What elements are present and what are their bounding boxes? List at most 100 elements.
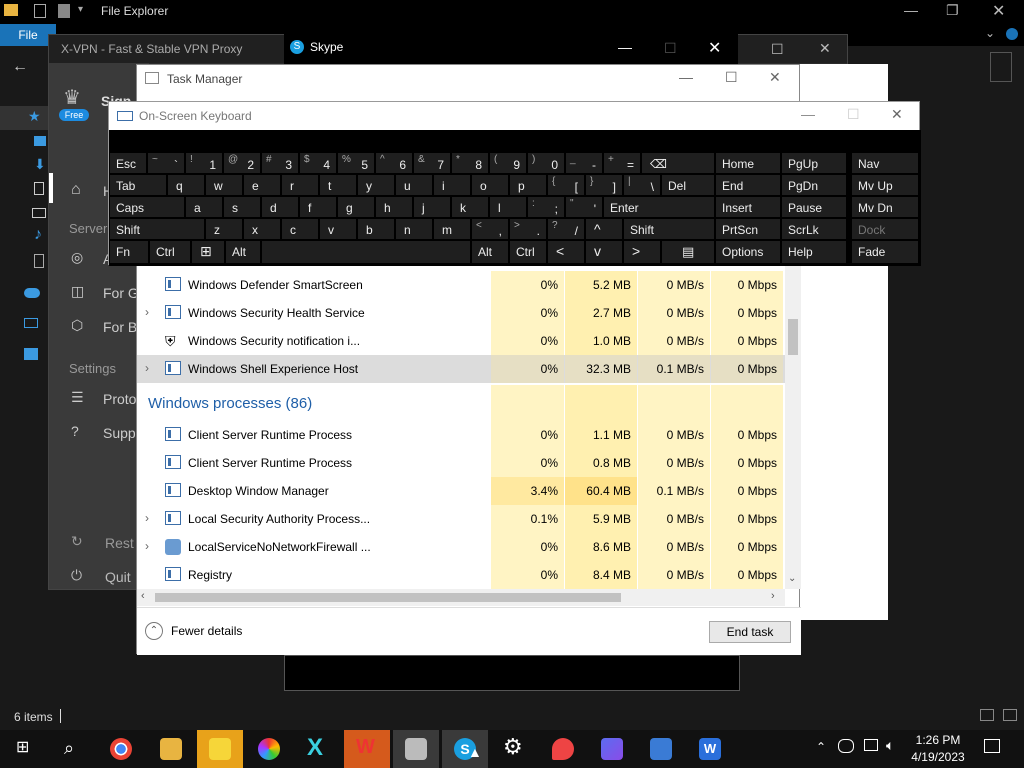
key-fn[interactable]: Fn bbox=[109, 240, 149, 264]
key-3[interactable]: #3 bbox=[261, 152, 299, 174]
key-move-down[interactable]: Mv Dn bbox=[851, 196, 919, 218]
key-y[interactable]: y bbox=[357, 174, 395, 196]
key-e[interactable]: e bbox=[243, 174, 281, 196]
chevron-up-icon[interactable]: ⌃ bbox=[816, 740, 826, 754]
taskbar-task-manager[interactable] bbox=[393, 730, 439, 768]
scroll-thumb[interactable] bbox=[788, 319, 798, 355]
key-fade[interactable]: Fade bbox=[851, 240, 919, 264]
close-icon[interactable]: ✕ bbox=[769, 69, 781, 86]
chevron-right-icon[interactable]: › bbox=[145, 539, 149, 553]
scroll-thumb[interactable] bbox=[155, 593, 621, 602]
key-7[interactable]: & 7 bbox=[413, 152, 451, 174]
table-row[interactable]: Windows Defender SmartScreen 0% 5.2 MB 0… bbox=[137, 271, 787, 299]
pictures-icon[interactable] bbox=[32, 208, 46, 218]
chevron-right-icon[interactable]: › bbox=[145, 361, 149, 375]
key-dock[interactable]: Dock bbox=[851, 218, 919, 240]
taskbar-file-explorer[interactable] bbox=[148, 730, 194, 768]
minimize-icon[interactable]: — bbox=[801, 106, 815, 122]
key-left-bracket[interactable]: {[ bbox=[547, 174, 585, 196]
skype-message-box[interactable] bbox=[284, 655, 740, 691]
properties-icon[interactable] bbox=[34, 4, 46, 18]
key-b[interactable]: b bbox=[357, 218, 395, 240]
taskbar-wps-writer[interactable]: W bbox=[687, 730, 733, 768]
taskbar-skype[interactable]: S ▲ bbox=[442, 730, 488, 768]
key-pgdn[interactable]: PgDn bbox=[781, 174, 847, 196]
volume-icon[interactable]: 🔈︎ bbox=[886, 737, 894, 754]
key-end[interactable]: End bbox=[715, 174, 781, 196]
taskbar-settings[interactable]: ⚙ bbox=[491, 730, 537, 768]
key-5[interactable]: % 5 bbox=[337, 152, 375, 174]
table-row[interactable]: Registry 0% 8.4 MB 0 MB/s 0 Mbps bbox=[137, 561, 787, 589]
key-alt-right[interactable]: Alt bbox=[471, 240, 509, 264]
chevron-right-icon[interactable]: › bbox=[145, 305, 149, 319]
downloads-icon[interactable]: ⬇ bbox=[34, 156, 46, 173]
key-x[interactable]: x bbox=[243, 218, 281, 240]
chevron-down-icon[interactable]: ⌄ bbox=[985, 26, 995, 40]
help-icon[interactable] bbox=[1006, 28, 1018, 40]
key-1[interactable]: ! 1 bbox=[185, 152, 223, 174]
key-t[interactable]: t bbox=[319, 174, 357, 196]
close-icon[interactable]: ✕ bbox=[992, 1, 1005, 21]
network-icon[interactable] bbox=[864, 739, 878, 751]
music-icon[interactable]: ♪ bbox=[34, 226, 42, 244]
key-q[interactable]: q bbox=[167, 174, 205, 196]
key-esc[interactable]: Esc bbox=[109, 152, 147, 174]
key-n[interactable]: n bbox=[395, 218, 433, 240]
process-group-header[interactable]: Windows processes (86) bbox=[137, 385, 787, 421]
taskbar-sticky-notes[interactable] bbox=[197, 730, 243, 768]
chevron-right-icon[interactable]: › bbox=[145, 511, 149, 525]
key-m[interactable]: m bbox=[433, 218, 471, 240]
key-menu[interactable]: ▤ bbox=[661, 240, 715, 264]
start-button[interactable]: ⊞ bbox=[0, 730, 46, 768]
minimize-icon[interactable]: — bbox=[618, 39, 632, 55]
key-right-arrow[interactable]: > bbox=[623, 240, 661, 264]
close-icon[interactable]: ✕ bbox=[891, 106, 903, 123]
key-del[interactable]: Del bbox=[661, 174, 715, 196]
onedrive-icon[interactable] bbox=[24, 288, 40, 298]
key-j[interactable]: j bbox=[413, 196, 451, 218]
key-6[interactable]: ^ 6 bbox=[375, 152, 413, 174]
end-task-button[interactable]: End task bbox=[709, 621, 791, 643]
home-icon[interactable]: ⌂ bbox=[71, 181, 81, 199]
new-folder-icon[interactable] bbox=[58, 4, 70, 18]
key-down-arrow[interactable]: v bbox=[585, 240, 623, 264]
chevron-down-icon[interactable]: ▾ bbox=[78, 4, 83, 15]
restore-icon[interactable]: ❐ bbox=[946, 2, 959, 19]
table-row[interactable]: Client Server Runtime Process 0% 1.1 MB … bbox=[137, 421, 787, 449]
key-s[interactable]: s bbox=[223, 196, 261, 218]
search-button[interactable]: ⌕ bbox=[48, 730, 94, 768]
key-r[interactable]: r bbox=[281, 174, 319, 196]
quit-item[interactable]: Quit bbox=[105, 569, 131, 585]
key-left-arrow[interactable]: < bbox=[547, 240, 585, 264]
key-p[interactable]: p bbox=[509, 174, 547, 196]
notification-icon[interactable] bbox=[984, 739, 1000, 753]
key-comma[interactable]: <, bbox=[471, 218, 509, 240]
key-insert[interactable]: Insert bbox=[715, 196, 781, 218]
sidebar-item-quick-access[interactable]: ★ bbox=[0, 106, 50, 130]
key-tab[interactable]: Tab bbox=[109, 174, 167, 196]
maximize-icon[interactable]: ☐ bbox=[771, 41, 784, 58]
table-row[interactable]: › Local Security Authority Process... 0.… bbox=[137, 505, 787, 533]
table-row[interactable]: Client Server Runtime Process 0% 0.8 MB … bbox=[137, 449, 787, 477]
maximize-icon[interactable]: ☐ bbox=[725, 69, 738, 86]
key-backtick[interactable]: ~ ` bbox=[147, 152, 185, 174]
key-shift-right[interactable]: Shift bbox=[623, 218, 715, 240]
taskbar-chrome[interactable] bbox=[98, 730, 144, 768]
key-h[interactable]: h bbox=[375, 196, 413, 218]
key-help[interactable]: Help bbox=[781, 240, 847, 264]
key-ctrl-right[interactable]: Ctrl bbox=[509, 240, 547, 264]
large-icons-view-icon[interactable] bbox=[1003, 709, 1017, 721]
key-u[interactable]: u bbox=[395, 174, 433, 196]
key-move-up[interactable]: Mv Up bbox=[851, 174, 919, 196]
support-item[interactable]: Supp bbox=[103, 425, 136, 441]
key-g[interactable]: g bbox=[337, 196, 375, 218]
key-prtscn[interactable]: PrtScn bbox=[715, 218, 781, 240]
table-row[interactable]: Desktop Window Manager 3.4% 60.4 MB 0.1 … bbox=[137, 477, 787, 505]
key-ctrl-left[interactable]: Ctrl bbox=[149, 240, 191, 264]
key-0[interactable]: ) 0 bbox=[527, 152, 565, 174]
table-row[interactable]: › Windows Shell Experience Host 0% 32.3 … bbox=[137, 355, 787, 383]
key-pgup[interactable]: PgUp bbox=[781, 152, 847, 174]
key-shift-left[interactable]: Shift bbox=[109, 218, 205, 240]
table-row[interactable]: › Windows Security Health Service 0% 2.7… bbox=[137, 299, 787, 327]
close-icon[interactable]: ✕ bbox=[819, 40, 831, 57]
